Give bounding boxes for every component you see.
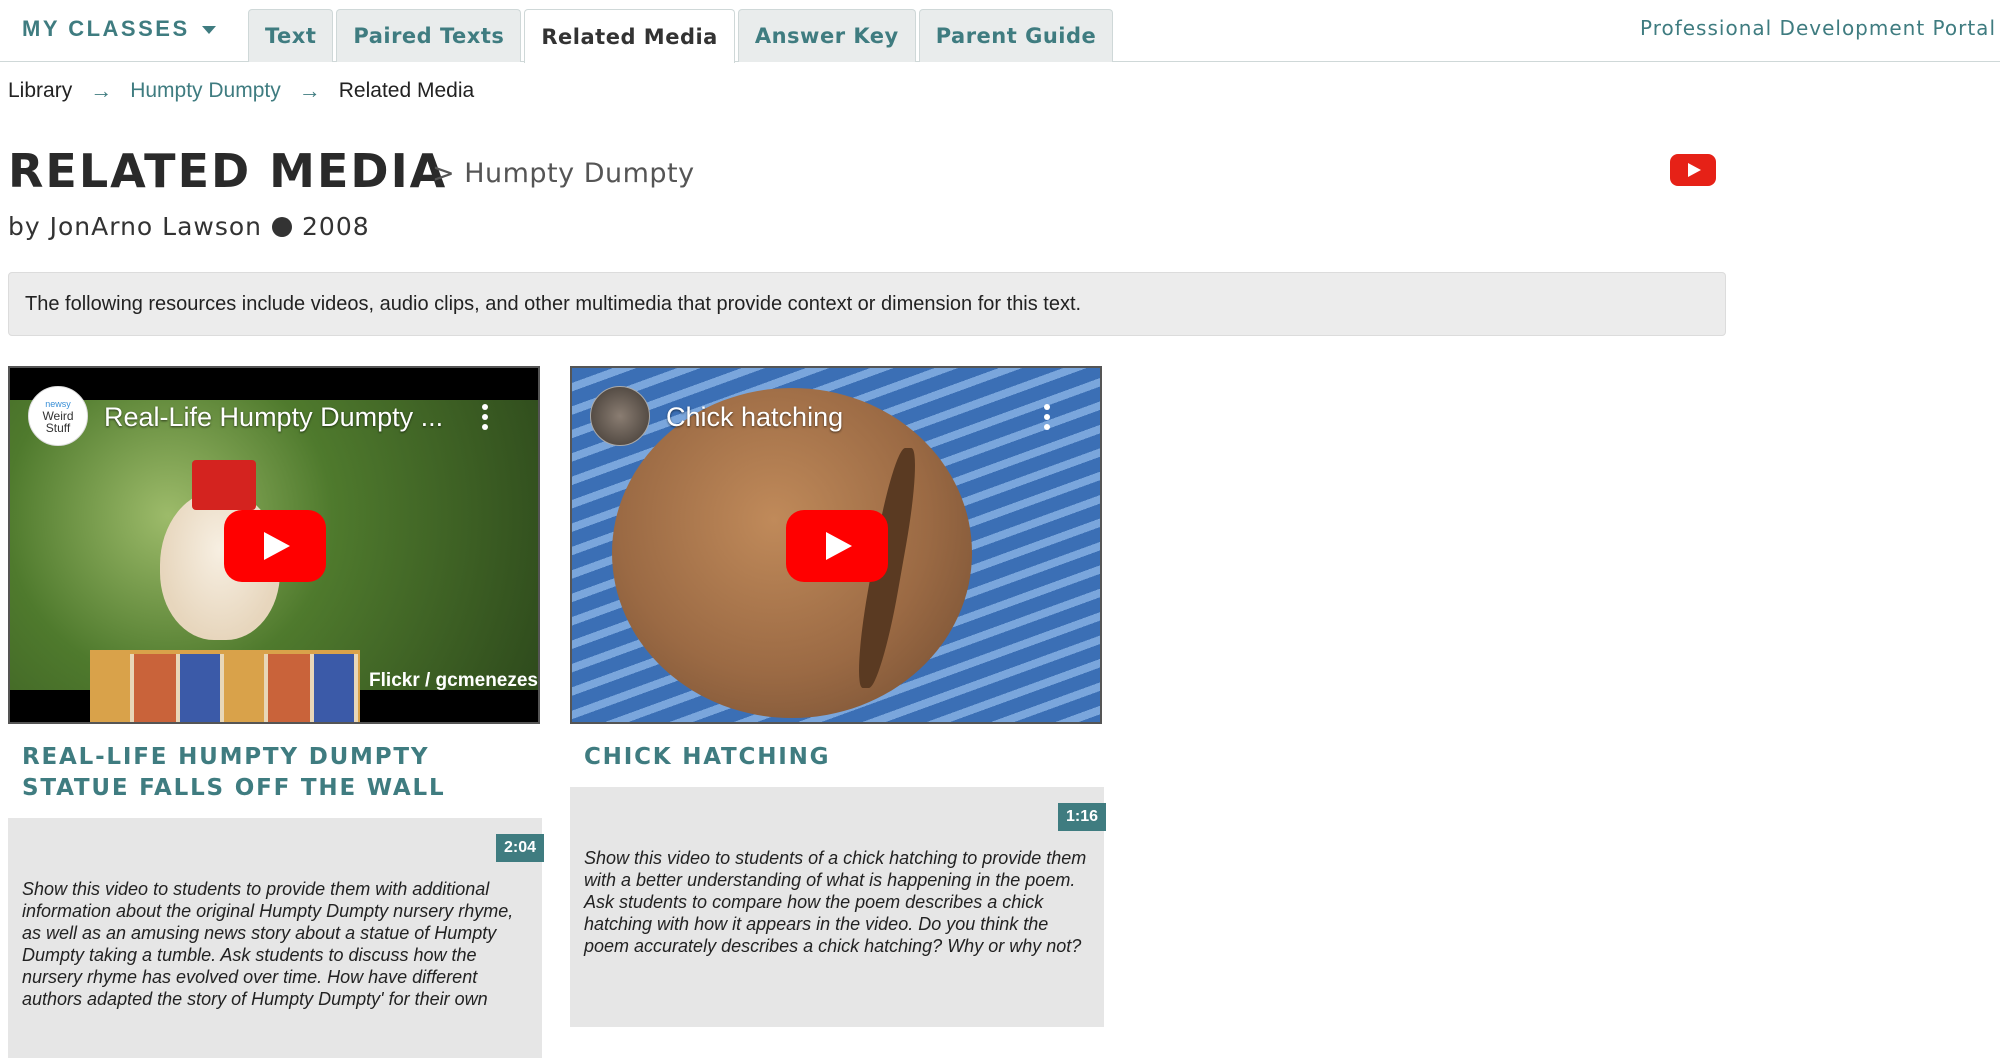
media-description-box: 2:04 Show this video to students to prov… [8, 818, 544, 1058]
play-button[interactable] [224, 510, 326, 582]
media-card: newsy Weird Stuff Real-Life Humpty Dumpt… [8, 366, 544, 1058]
play-button[interactable] [786, 510, 888, 582]
arrow-right-icon: → [90, 78, 113, 103]
my-classes-dropdown[interactable]: MY CLASSES [22, 16, 216, 42]
media-card: Chick hatching Chick Hatching 1:16 Show … [570, 366, 1106, 1027]
video-title[interactable]: Chick hatching [666, 402, 843, 433]
more-options-icon[interactable] [1044, 404, 1050, 430]
image-credit: Flickr / gcmenezes [369, 670, 538, 691]
top-navigation: MY CLASSES Text Paired Texts Related Med… [0, 0, 2000, 63]
video-title[interactable]: Real-Life Humpty Dumpty ... [104, 402, 443, 433]
page-subtitle: > Humpty Dumpty [432, 158, 695, 189]
breadcrumb-text-link[interactable]: Humpty Dumpty [130, 79, 281, 103]
tab-related-media[interactable]: Related Media [524, 9, 735, 63]
video-player[interactable]: newsy Weird Stuff Real-Life Humpty Dumpt… [8, 366, 540, 724]
tab-parent-guide[interactable]: Parent Guide [918, 9, 1114, 62]
media-description-box: 1:16 Show this video to students of a ch… [570, 787, 1106, 1027]
duration-badge: 1:16 [1057, 803, 1106, 831]
youtube-icon[interactable] [1670, 154, 1716, 186]
tab-text[interactable]: Text [248, 9, 334, 62]
author: by JonArno Lawson [8, 212, 263, 241]
hat-image [192, 460, 256, 510]
channel-avatar[interactable]: newsy Weird Stuff [28, 386, 88, 446]
duration-badge: 2:04 [495, 834, 544, 862]
publication-year: 2008 [302, 212, 370, 241]
breadcrumb: Library → Humpty Dumpty → Related Media [8, 78, 474, 104]
separator-dot-icon [272, 216, 293, 237]
brick-wall-image [90, 650, 360, 722]
page-title: RELATED MEDIA [8, 144, 448, 198]
media-description: Show this video to students of a chick h… [584, 848, 1087, 956]
media-title: Chick Hatching [584, 744, 831, 770]
channel-avatar[interactable] [590, 386, 650, 446]
tab-paired-texts[interactable]: Paired Texts [336, 9, 522, 62]
tab-bar: Text Paired Texts Related Media Answer K… [248, 9, 1114, 63]
breadcrumb-current: Related Media [338, 79, 475, 102]
tab-answer-key[interactable]: Answer Key [737, 9, 916, 62]
arrow-right-icon: → [298, 78, 321, 103]
video-player[interactable]: Chick hatching [570, 366, 1102, 724]
more-options-icon[interactable] [482, 404, 488, 430]
my-classes-label: MY CLASSES [22, 16, 190, 41]
info-banner: The following resources include videos, … [8, 272, 1726, 336]
byline: by JonArno Lawson 2008 [8, 212, 370, 241]
breadcrumb-library[interactable]: Library [8, 79, 72, 103]
media-title: Real-Life Humpty Dumpty Statue Falls Off… [22, 744, 446, 801]
professional-development-link[interactable]: Professional Development Portal [1640, 16, 1996, 40]
chevron-down-icon [201, 26, 216, 34]
media-description: Show this video to students to provide t… [22, 879, 514, 1009]
